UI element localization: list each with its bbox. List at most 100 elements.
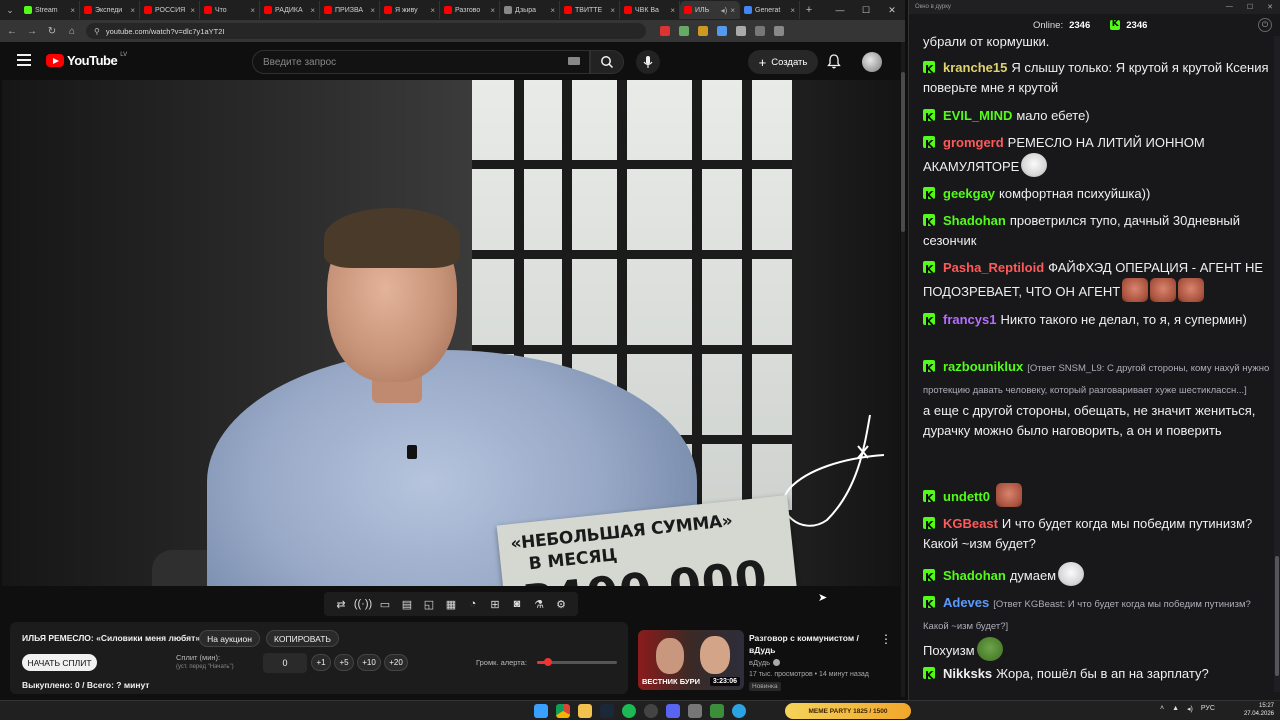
recommended-video[interactable]: ВЕСТНИК БУРИ 3:23:06 Разговор с коммунис… <box>638 630 898 692</box>
close-icon[interactable]: × <box>370 6 375 15</box>
youtube-logo[interactable]: YouTube LV <box>46 52 127 68</box>
video-player[interactable]: «НЕБОЛЬШАЯ СУММА» В МЕСЯЦ ₽400 000 ◕◕ <box>2 80 900 586</box>
recommended-title[interactable]: Разговор с коммунистом / вДудь <box>749 632 874 656</box>
voice-search-button[interactable] <box>636 50 660 74</box>
tab-11-active[interactable]: ИЛЬ ◂) × <box>680 1 740 19</box>
tab-search-icon[interactable]: ⌄ <box>0 0 20 20</box>
audio-icon[interactable]: ((·)) <box>354 597 372 611</box>
tab-12[interactable]: Generat × <box>740 1 800 19</box>
meme-party-widget[interactable]: MEME PARTY 1825 / 1500 <box>785 703 911 719</box>
lab-icon[interactable]: ⚗ <box>532 597 546 611</box>
tab-5[interactable]: ПРИЗВА × <box>320 1 380 19</box>
create-button[interactable]: + Создать <box>748 50 818 74</box>
page-scrollbar[interactable] <box>901 42 905 697</box>
site-info-icon[interactable]: ⚲ <box>94 27 100 36</box>
alert-volume-slider[interactable] <box>537 658 617 666</box>
tab-10[interactable]: ЧВК Ва × <box>620 1 680 19</box>
extension-icon[interactable] <box>679 26 689 36</box>
menu-icon[interactable] <box>774 26 784 36</box>
spotify-icon[interactable] <box>622 704 636 718</box>
search-input[interactable]: Введите запрос <box>252 50 590 74</box>
close-window-icon[interactable]: ✕ <box>1267 3 1273 11</box>
forward-icon[interactable]: → <box>26 26 38 37</box>
scrollbar-thumb[interactable] <box>1275 556 1279 676</box>
home-icon[interactable]: ⌂ <box>66 26 78 37</box>
chat-username[interactable]: Pasha_Reptiloid <box>943 260 1044 275</box>
channel-name[interactable]: вДудь <box>749 658 781 667</box>
chat-username[interactable]: Shadohan <box>943 213 1006 228</box>
copy-button[interactable]: КОПИРОВАТЬ <box>266 630 339 647</box>
app-icon[interactable] <box>688 704 702 718</box>
search-button[interactable] <box>590 50 624 74</box>
extension-icon[interactable] <box>736 26 746 36</box>
close-icon[interactable]: × <box>70 6 75 15</box>
chat-scrollbar[interactable] <box>1274 36 1280 692</box>
close-icon[interactable]: × <box>250 6 255 15</box>
video-thumbnail[interactable]: ВЕСТНИК БУРИ 3:23:06 <box>638 630 744 690</box>
chat-username[interactable]: francys1 <box>943 312 996 327</box>
chat-username[interactable]: EVIL_MIND <box>943 108 1012 123</box>
maximize-icon[interactable]: ☐ <box>853 5 879 16</box>
close-icon[interactable]: × <box>670 6 675 15</box>
chat-username[interactable]: Adeves <box>943 595 989 610</box>
extension-icon[interactable] <box>698 26 708 36</box>
subtitles-icon[interactable]: ▦ <box>444 597 458 611</box>
close-icon[interactable]: × <box>550 6 555 15</box>
minimize-icon[interactable]: — <box>1226 3 1233 11</box>
back-icon[interactable]: ← <box>6 26 18 37</box>
menu-icon[interactable] <box>17 54 31 66</box>
speed-icon[interactable]: ◔ <box>466 597 480 611</box>
loop-icon[interactable]: ⇄ <box>334 597 348 611</box>
telegram-icon[interactable] <box>732 704 746 718</box>
tab-3[interactable]: Что × <box>200 1 260 19</box>
download-icon[interactable] <box>755 26 765 36</box>
extension-icon[interactable] <box>660 26 670 36</box>
chat-settings-icon[interactable]: ⏻ <box>1258 18 1272 32</box>
chat-username[interactable]: KGBeast <box>943 516 998 531</box>
close-icon[interactable]: × <box>490 6 495 15</box>
tab-2[interactable]: РОССИЯ × <box>140 1 200 19</box>
tab-4[interactable]: РАДИКА × <box>260 1 320 19</box>
app-icon[interactable] <box>710 704 724 718</box>
language-indicator[interactable]: РУС <box>1201 705 1215 713</box>
chevron-up-icon[interactable]: ˄ <box>1160 705 1164 713</box>
speaker-icon[interactable]: ◂) <box>721 6 728 15</box>
file-explorer-icon[interactable] <box>578 704 592 718</box>
chat-username[interactable]: gromgerd <box>943 135 1004 150</box>
chat-username[interactable]: Shadohan <box>943 568 1006 583</box>
tab-7[interactable]: Разгово × <box>440 1 500 19</box>
tab-0[interactable]: Stream × <box>20 1 80 19</box>
clip-icon[interactable]: ▤ <box>400 597 414 611</box>
close-icon[interactable]: × <box>310 6 315 15</box>
tab-8[interactable]: Дзыра × <box>500 1 560 19</box>
theater-icon[interactable]: ▭ <box>378 597 392 611</box>
to-auction-button[interactable]: На аукцион <box>199 630 260 647</box>
chrome-icon[interactable] <box>556 704 570 718</box>
scrollbar-thumb[interactable] <box>901 72 905 232</box>
maximize-icon[interactable]: ☐ <box>1247 3 1253 11</box>
increment-5-button[interactable]: +5 <box>334 654 354 671</box>
tab-9[interactable]: ТВИТТЕ × <box>560 1 620 19</box>
volume-icon[interactable]: ◂) <box>1187 705 1193 713</box>
close-icon[interactable]: × <box>190 6 195 15</box>
close-icon[interactable]: × <box>130 6 135 15</box>
chat-username[interactable]: razbouniklux <box>943 359 1023 374</box>
obs-icon[interactable] <box>644 704 658 718</box>
chat-username[interactable]: geekgay <box>943 186 995 201</box>
close-icon[interactable]: × <box>610 6 615 15</box>
increment-20-button[interactable]: +20 <box>384 654 408 671</box>
chat-username[interactable]: Nikksks <box>943 666 992 681</box>
increment-1-button[interactable]: +1 <box>311 654 331 671</box>
increment-10-button[interactable]: +10 <box>357 654 381 671</box>
avatar[interactable] <box>862 52 882 72</box>
close-icon[interactable]: × <box>730 6 735 15</box>
close-icon[interactable]: × <box>430 6 435 15</box>
close-icon[interactable]: × <box>790 6 795 15</box>
chat-username[interactable]: undett0 <box>943 489 990 504</box>
steam-icon[interactable] <box>600 704 614 718</box>
tab-1[interactable]: Экспеди × <box>80 1 140 19</box>
screenshot-icon[interactable]: ◙ <box>510 597 524 611</box>
discord-icon[interactable] <box>666 704 680 718</box>
extension-icon[interactable] <box>717 26 727 36</box>
tab-6[interactable]: Я живу × <box>380 1 440 19</box>
